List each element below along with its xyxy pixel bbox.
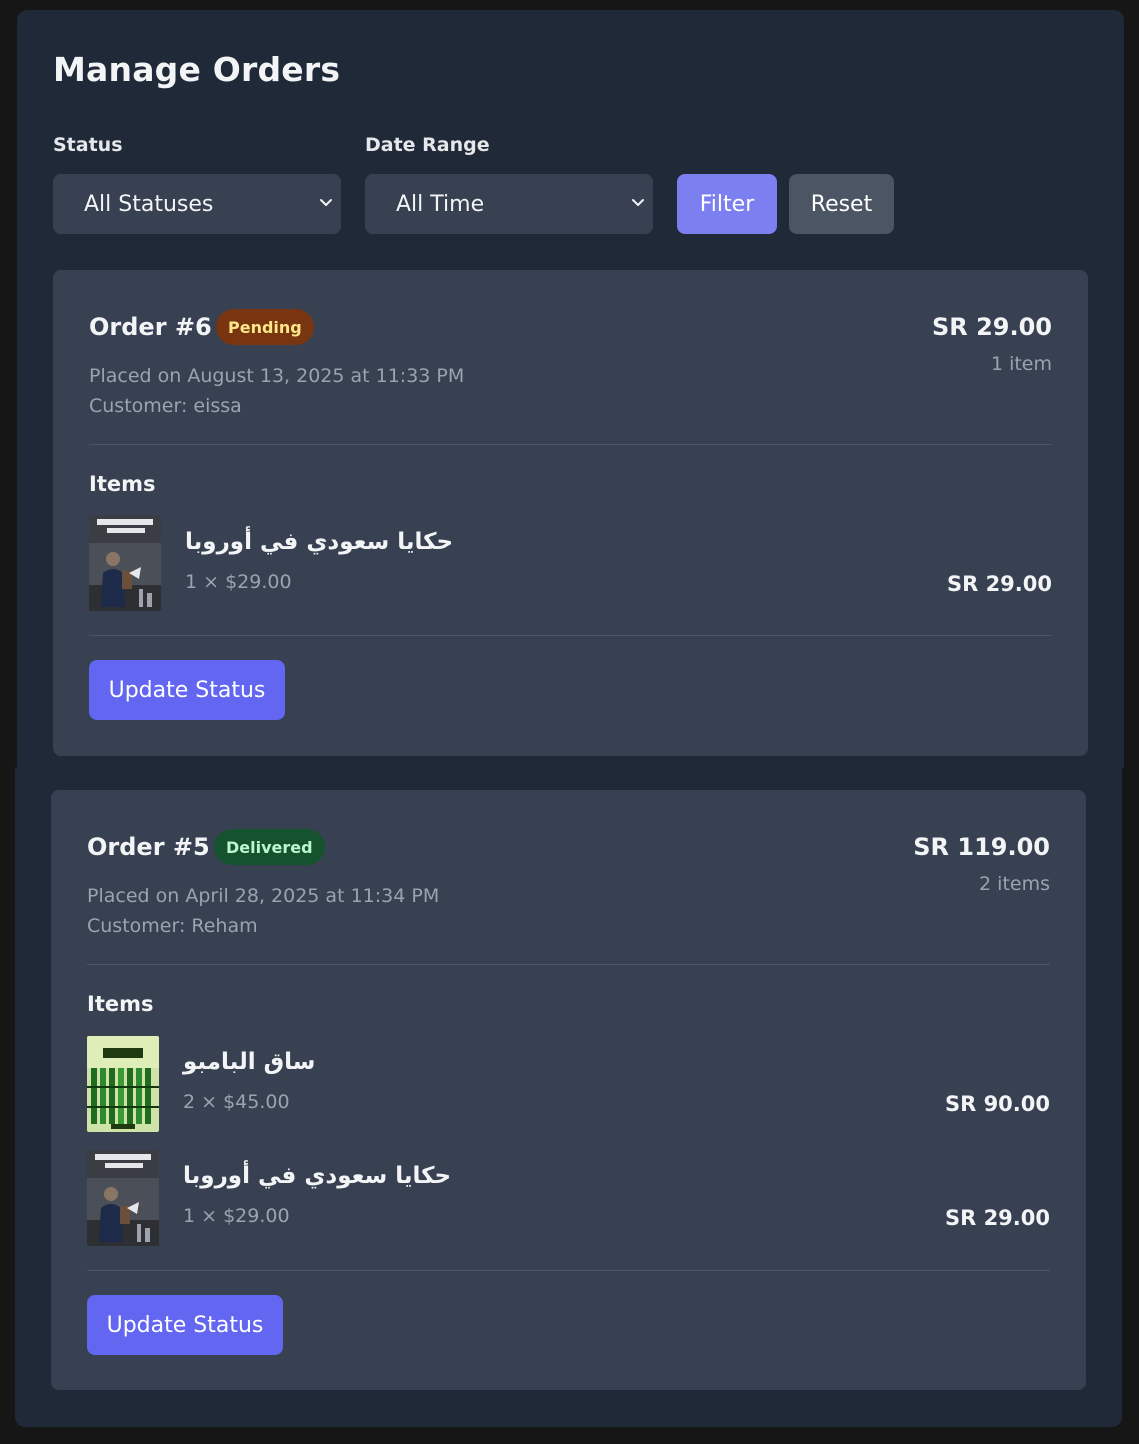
status-badge: Pending: [216, 309, 314, 345]
order-total: SR 119.00: [913, 833, 1050, 861]
update-status-button[interactable]: Update Status: [87, 1295, 283, 1355]
order-card: Order #6 Pending Placed on August 13, 20…: [53, 270, 1088, 756]
item-quantity: 2 × $45.00: [183, 1091, 290, 1113]
book-cover-traveler-icon: [89, 515, 161, 611]
book-cover-traveler-icon: [87, 1150, 159, 1246]
order-customer: Customer: Reham: [87, 915, 258, 937]
order-item-count: 1 item: [990, 353, 1052, 375]
update-status-button[interactable]: Update Status: [89, 660, 285, 720]
item-quantity: 1 × $29.00: [185, 571, 292, 593]
item-name: ساق البامبو: [183, 1049, 316, 1075]
filter-button[interactable]: Filter: [677, 174, 777, 234]
date-range-label: Date Range: [365, 134, 490, 156]
chevron-down-icon: [320, 199, 332, 206]
order-card: Order #5 Delivered Placed on April 28, 2…: [51, 790, 1086, 1390]
divider: [87, 1270, 1050, 1271]
order-date: Placed on April 28, 2025 at 11:34 PM: [87, 885, 440, 907]
order-total: SR 29.00: [931, 313, 1052, 341]
date-range-select[interactable]: All Time: [365, 174, 653, 234]
divider: [89, 635, 1052, 636]
items-heading: Items: [89, 472, 156, 496]
order-date: Placed on August 13, 2025 at 11:33 PM: [89, 365, 465, 387]
status-select-value: All Statuses: [84, 191, 214, 217]
status-filter-label: Status: [53, 134, 123, 156]
order-title: Order #6: [89, 313, 212, 341]
order-item-count: 2 items: [979, 873, 1050, 895]
item-name: حكايا سعودي في أوروبا: [185, 529, 454, 555]
order-title: Order #5: [87, 833, 210, 861]
item-price: SR 29.00: [946, 572, 1052, 596]
item-quantity: 1 × $29.00: [183, 1205, 290, 1227]
reset-button[interactable]: Reset: [789, 174, 894, 234]
chevron-down-icon: [632, 199, 644, 206]
divider: [87, 964, 1050, 965]
order-customer: Customer: eissa: [89, 395, 242, 417]
item-price: SR 90.00: [944, 1092, 1050, 1116]
status-select[interactable]: All Statuses: [53, 174, 341, 234]
item-price: SR 29.00: [944, 1206, 1050, 1230]
status-badge: Delivered: [214, 829, 325, 865]
divider: [89, 444, 1052, 445]
page-title: Manage Orders: [53, 50, 341, 89]
items-heading: Items: [87, 992, 154, 1016]
book-cover-bamboo-icon: [87, 1036, 159, 1132]
date-range-select-value: All Time: [396, 191, 485, 217]
item-name: حكايا سعودي في أوروبا: [183, 1163, 452, 1189]
